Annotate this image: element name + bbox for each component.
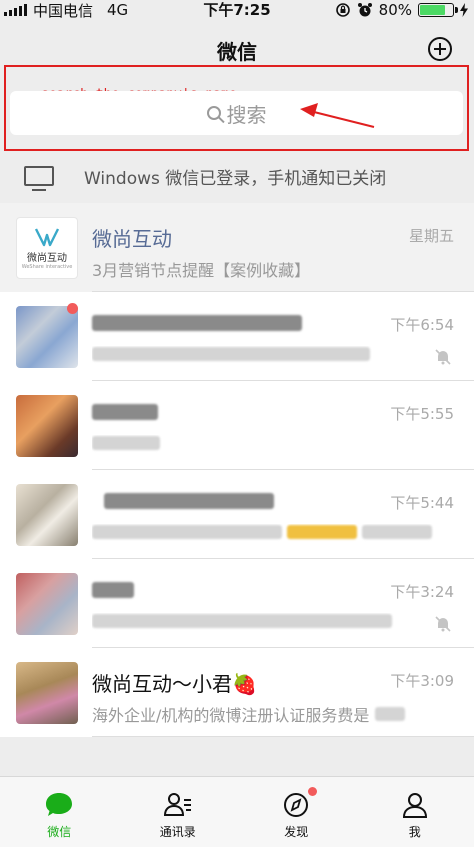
chat-item[interactable]: 下午5:55 <box>0 381 474 470</box>
signal-icon <box>4 4 27 16</box>
chat-name <box>92 490 274 514</box>
blurred-emoji <box>287 525 358 539</box>
chat-name: 微尚互动 <box>92 227 172 251</box>
blurred-preview <box>362 525 433 539</box>
chat-name <box>92 401 158 425</box>
search-highlight-box: search the company's name 搜索 <box>4 65 469 151</box>
status-bar: 中国电信 4G 下午7:25 80% <box>0 0 474 20</box>
logo-text: 微尚互动 <box>27 252 67 264</box>
blurred-name <box>92 582 134 598</box>
tab-label: 通讯录 <box>159 825 196 839</box>
blurred-name <box>92 404 158 420</box>
blurred-name <box>104 493 274 509</box>
avatar <box>16 484 78 546</box>
logo-subtext: WeShare interactive <box>21 263 73 270</box>
chat-item[interactable]: 下午3:24 <box>0 559 474 648</box>
blurred-name <box>92 315 302 331</box>
chat-time: 下午6:54 <box>390 316 454 334</box>
unread-badge <box>67 303 78 314</box>
discover-badge <box>308 787 318 796</box>
chat-name <box>92 312 302 336</box>
search-placeholder: 搜索 <box>226 102 267 127</box>
add-button[interactable] <box>428 37 452 61</box>
annotation-arrow-icon <box>300 103 375 128</box>
monitor-icon <box>24 166 54 191</box>
chat-name: 微尚互动～小君🍓 <box>92 672 257 696</box>
chat-time: 星期五 <box>408 227 454 245</box>
chat-time: 下午5:55 <box>390 405 454 423</box>
brand-logo-icon <box>34 227 60 246</box>
alarm-icon <box>357 3 372 17</box>
mute-bell-icon <box>435 616 451 632</box>
login-notice-text: Windows 微信已登录，手机通知已关闭 <box>84 168 387 189</box>
chat-preview <box>92 346 422 365</box>
chat-item[interactable]: 下午5:44 <box>0 470 474 559</box>
tab-chats[interactable]: 微信 <box>0 777 119 847</box>
avatar <box>16 662 78 724</box>
mute-bell-icon <box>435 349 451 365</box>
status-left: 中国电信 4G <box>4 0 128 20</box>
avatar: 微尚互动 WeShare interactive <box>16 217 78 279</box>
blurred-preview <box>374 707 405 721</box>
chat-preview <box>92 524 442 543</box>
tab-label: 我 <box>408 825 421 839</box>
battery-fill <box>420 5 446 15</box>
network-label: 4G <box>107 1 129 19</box>
tab-contacts[interactable]: 通讯录 <box>119 777 238 847</box>
search-icon <box>206 106 221 120</box>
person-icon <box>402 793 427 818</box>
chat-item[interactable]: 微尚互动～小君🍓 下午3:09 海外企业/机构的微博注册认证服务费是 <box>0 648 474 737</box>
contacts-icon <box>163 793 191 816</box>
chat-time: 下午5:44 <box>390 494 454 512</box>
chat-name <box>92 579 134 603</box>
chat-item[interactable]: 下午6:54 <box>0 292 474 381</box>
chat-preview-text: 海外企业/机构的微博注册认证服务费是 <box>92 706 370 725</box>
status-right: 80% <box>335 0 468 20</box>
rotation-lock-icon <box>335 3 350 17</box>
tab-label: 微信 <box>47 825 72 839</box>
blurred-preview <box>92 525 282 539</box>
blurred-preview <box>92 347 370 361</box>
avatar <box>16 395 78 457</box>
chat-preview: 海外企业/机构的微博注册认证服务费是 <box>92 702 442 726</box>
chat-list: 微尚互动 WeShare interactive 微尚互动 星期五 3月营销节点… <box>0 203 474 737</box>
chat-preview <box>92 613 422 632</box>
chat-time: 下午3:09 <box>390 672 454 690</box>
tab-bar: 微信 通讯录 发现 我 <box>0 776 474 847</box>
avatar <box>16 573 78 635</box>
login-notice[interactable]: Windows 微信已登录，手机通知已关闭 <box>0 152 474 200</box>
battery-percent: 80% <box>378 1 412 19</box>
carrier-label: 中国电信 <box>33 1 94 20</box>
battery-icon <box>418 3 458 17</box>
compass-icon <box>284 793 309 817</box>
page-title: 微信 <box>217 40 257 64</box>
charging-bolt-icon <box>460 3 468 17</box>
tab-discover[interactable]: 发现 <box>237 777 356 847</box>
chat-time: 下午3:24 <box>390 583 454 601</box>
blurred-preview <box>92 614 392 628</box>
avatar <box>16 306 78 368</box>
tab-label: 发现 <box>284 825 309 839</box>
chat-bubble-icon <box>46 793 73 816</box>
tab-me[interactable]: 我 <box>356 777 474 847</box>
chat-preview: 3月营销节点提醒【案例收藏】 <box>92 261 311 280</box>
search-input[interactable]: 搜索 <box>10 91 463 135</box>
chat-preview <box>92 435 422 454</box>
blurred-preview <box>92 436 160 450</box>
chat-item[interactable]: 微尚互动 WeShare interactive 微尚互动 星期五 3月营销节点… <box>0 203 474 292</box>
